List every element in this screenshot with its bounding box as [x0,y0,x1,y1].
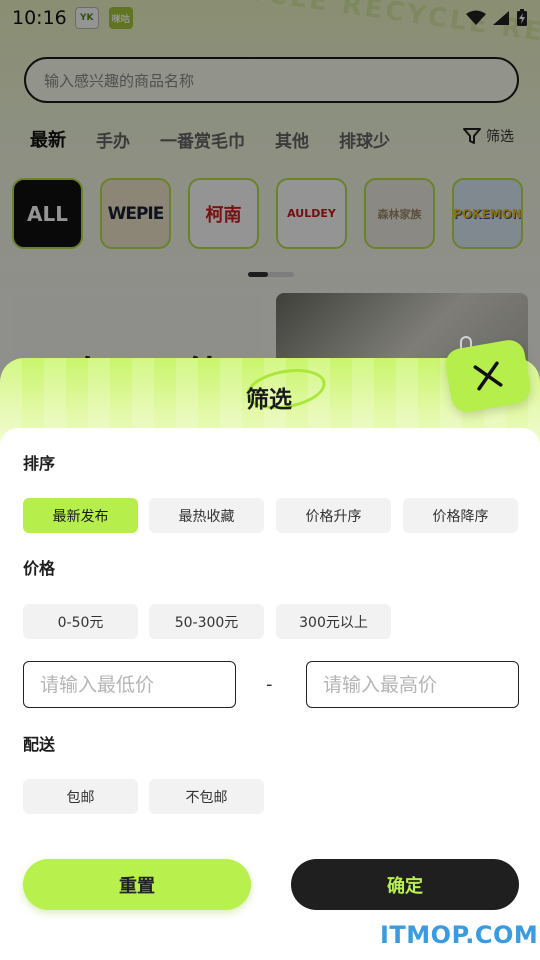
sort-option-price-asc[interactable]: 价格升序 [276,498,391,533]
sheet-title-area: 筛选 [232,363,329,416]
sort-option-price-desc[interactable]: 价格降序 [403,498,518,533]
sort-section-title: 排序 [23,454,56,473]
price-section-title: 价格 [23,559,56,578]
delivery-option-paid[interactable]: 不包邮 [149,779,264,814]
sort-option-hot[interactable]: 最热收藏 [149,498,264,533]
min-price-input[interactable] [23,661,236,708]
delivery-section-title: 配送 [23,735,56,754]
price-option-50-300[interactable]: 50-300元 [149,604,264,639]
max-price-input[interactable] [306,661,519,708]
sheet-title: 筛选 [246,387,292,413]
sort-option-latest[interactable]: 最新发布 [23,498,138,533]
price-option-300-plus[interactable]: 300元以上 [276,604,391,639]
watermark: ITMOP.COM [380,921,539,949]
confirm-button[interactable]: 确定 [291,859,519,910]
delivery-option-free[interactable]: 包邮 [23,779,138,814]
reset-button[interactable]: 重置 [23,859,251,910]
price-separator: - [266,674,273,695]
close-icon [473,361,503,391]
price-option-0-50[interactable]: 0-50元 [23,604,138,639]
